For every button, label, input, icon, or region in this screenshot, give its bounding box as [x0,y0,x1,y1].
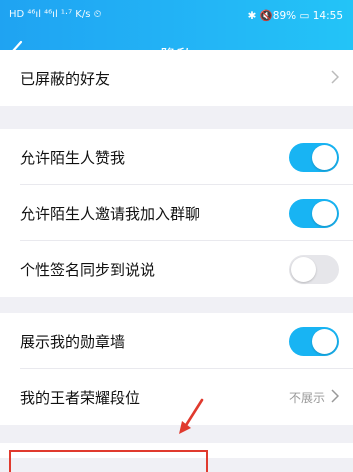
annotation-highlight-box [9,450,208,472]
annotation-arrow-icon [179,398,204,434]
sync-signature-label: 个性签名同步到说说 [20,261,156,279]
honor-of-kings-rank-label: 我的王者荣耀段位 [20,389,141,407]
sync-signature-row: 个性签名同步到说说 [0,241,353,297]
toggle-knob [312,201,337,226]
toggle-knob [312,145,337,170]
header-overlay [0,0,353,75]
allow-likes-row: 允许陌生人赞我 [0,129,353,185]
sync-signature-toggle[interactable] [289,255,339,284]
show-medal-wall-label: 展示我的勋章墙 [20,333,126,351]
allow-group-invite-row: 允许陌生人邀请我加入群聊 [0,185,353,241]
toggle-knob [312,329,337,354]
show-medal-wall-row: 展示我的勋章墙 [0,313,353,369]
allow-group-invite-toggle[interactable] [289,199,339,228]
allow-likes-label: 允许陌生人赞我 [20,149,126,167]
chevron-right-icon [331,389,339,403]
toggle-knob [291,257,316,282]
allow-likes-toggle[interactable] [289,143,339,172]
allow-group-invite-label: 允许陌生人邀请我加入群聊 [20,205,201,223]
honor-of-kings-rank-value: 不展示 [288,391,325,405]
show-medal-wall-toggle[interactable] [289,327,339,356]
